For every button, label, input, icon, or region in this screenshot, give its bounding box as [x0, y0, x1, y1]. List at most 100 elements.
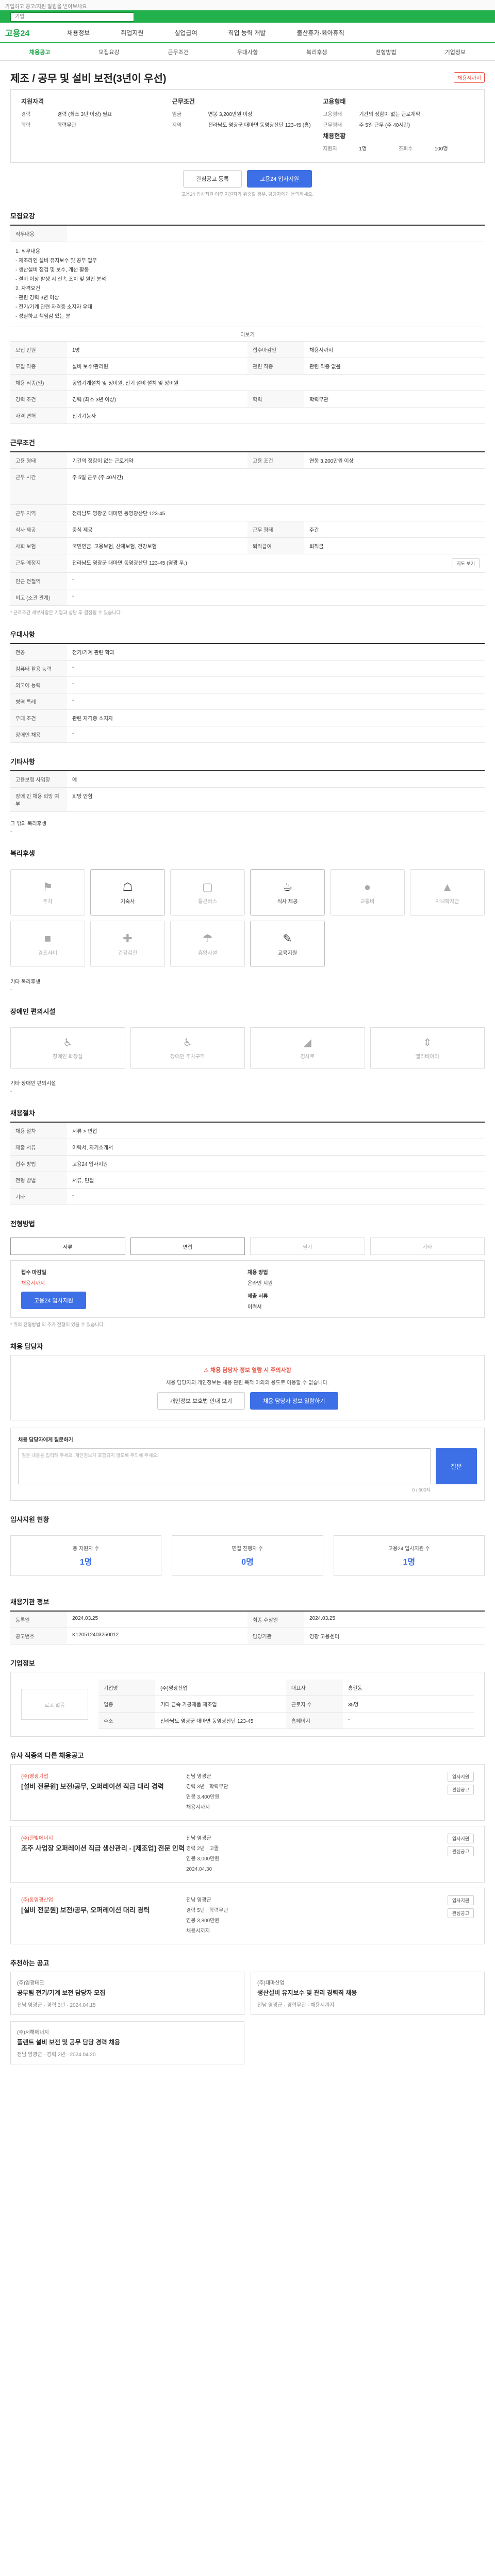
tab-company[interactable]: 기업정보	[421, 48, 490, 56]
process-section: 채용절차 채용 절차 서류 > 면접 제출 서류 이력서, 자기소개서 접수 방법 고…	[10, 1108, 485, 1205]
tab-posting[interactable]: 채용공고	[5, 48, 74, 56]
welfare-label: 기숙사	[120, 899, 135, 905]
tab-conditions[interactable]: 근무조건	[144, 48, 213, 56]
welfare-label: 교육지원	[278, 950, 297, 956]
inquiry-input[interactable]: 질문 내용을 입력해 주세요. 개인정보가 포함되지 않도록 주의해 주세요.	[18, 1448, 431, 1484]
row-label: 채용 직종(일)	[10, 375, 67, 391]
tab-method[interactable]: 전형방법	[351, 48, 420, 56]
welfare-label: 휴양시설	[198, 950, 217, 956]
job-scrap-button[interactable]: 관심공고	[447, 1908, 474, 1918]
recommend-card[interactable]: (주)영광테크 공무팀 전기/기계 보전 담당자 모집 전남 영광군 · 경력 3년…	[10, 1972, 244, 2015]
rec-company: (주)영광테크	[17, 1980, 44, 1986]
tab-welfare[interactable]: 복리후생	[282, 48, 351, 56]
duty-line: - 전기/기계 관련 자격증 소지자 우대	[15, 304, 92, 310]
row-value: 1명	[72, 348, 80, 353]
job-title[interactable]: [설비 전문원] 보전/공무, 오퍼레이션 대리 경력	[21, 1905, 186, 1916]
search-input[interactable]	[10, 12, 134, 22]
welfare-dorm: ☖ 기숙사	[90, 869, 165, 916]
welfare-extra: -	[10, 987, 12, 993]
row-label: 주소	[98, 1713, 155, 1728]
welfare-label: 경조사비	[38, 950, 57, 956]
job-scrap-button[interactable]: 관심공고	[447, 1785, 474, 1794]
barrier-extra: -	[10, 1089, 12, 1094]
job-apply-button[interactable]: 입사지원	[447, 1834, 474, 1843]
gnb-item-unemployment[interactable]: 실업급여	[174, 28, 197, 37]
recommend-card[interactable]: (주)대마산업 생산설비 유지보수 및 관리 경력직 채용 전남 영광군 · 경력무…	[251, 1972, 485, 2015]
section-heading: 기업정보	[10, 1659, 35, 1667]
meal-icon: ☕	[282, 880, 293, 893]
job-title[interactable]: 조주 사업장 오퍼레이션 직급 생산관리 - [제조업] 전문 인력	[21, 1843, 186, 1854]
rec-title[interactable]: 생산설비 유지보수 및 관리 경력직 채용	[257, 1988, 478, 1997]
apply-method-title: 채용 방법	[248, 1270, 268, 1276]
stat-interviews: 면접 진행자 수 0명	[172, 1535, 323, 1576]
job-card[interactable]: (주)한빛에너지 조주 사업장 오퍼레이션 직급 생산관리 - [제조업] 전문 …	[10, 1826, 485, 1883]
other-section: 기타사항 고용보험 사업장 예 장애 인 채용 희망 여부 희망 안함 그 밖의 복…	[10, 756, 485, 835]
stat-value: 1명	[403, 1558, 416, 1567]
global-nav: 고용24 채용정보 취업지원 실업급여 직업 능력 개발 출산휴가·육아휴직	[0, 23, 495, 43]
similar-section: 유사 직종의 다른 채용공고 (주)영광기업 [설비 전문원] 보전/공무, 오퍼…	[10, 1750, 485, 1944]
apply-box: 접수 마감일 채용시까지 고용24 입사지원 채용 방법 온라인 지원 제출 서…	[10, 1260, 485, 1318]
row-value: 채용시까지	[309, 348, 333, 353]
stat-label: 면접 진행자 수	[232, 1546, 263, 1552]
method-note: * 위의 전형방법 외 추가 전형이 있을 수 있습니다.	[10, 1322, 105, 1327]
welfare-label: 식사 제공	[277, 899, 298, 905]
coin-icon: ●	[364, 880, 371, 893]
section-heading: 장애인 편의시설	[10, 1008, 56, 1015]
job-deadline: 채용시까지	[186, 1928, 210, 1934]
kv-value: 1명	[359, 146, 367, 152]
job-card[interactable]: (주)영광기업 [설비 전문원] 보전/공무, 오퍼레이션 직급 대리 경력 전남…	[10, 1764, 485, 1821]
job-title[interactable]: [설비 전문원] 보전/공무, 오퍼레이션 직급 대리 경력	[21, 1782, 186, 1792]
tab-preference[interactable]: 우대사항	[213, 48, 282, 56]
row-value: 관련 직종 없음	[309, 364, 341, 370]
apply-date: 채용시까지	[21, 1281, 45, 1286]
privacy-guide-button[interactable]: 개인정보 보호법 안내 보기	[157, 1392, 245, 1410]
row-value: -	[72, 577, 74, 583]
inquiry-submit-button[interactable]: 질문	[436, 1448, 477, 1484]
apply-docs-value: 이력서	[248, 1304, 262, 1310]
row-label: 식사 제공	[10, 521, 67, 537]
facility-toilet: ♿ 장애인 화장실	[10, 1027, 125, 1069]
gnb-item-support[interactable]: 취업지원	[121, 28, 143, 37]
barrier-free-section: 장애인 편의시설 ♿ 장애인 화장실 ♿ 장애인 주차구역 ◢ 경사로 ⇕ 엘리베이터 …	[10, 1006, 485, 1094]
welfare-label: 자녀학자금	[435, 899, 459, 905]
ramp-icon: ◢	[303, 1037, 311, 1048]
row-label: 고용 형태	[10, 452, 67, 468]
kv-value: 학력무관	[57, 123, 76, 128]
recommend-card[interactable]: (주)서해에너지 플랜트 설비 보전 및 공무 담당 경력 채용 전남 영광군 · …	[10, 2021, 244, 2064]
facility-parking: ♿ 장애인 주차구역	[130, 1027, 245, 1069]
more-button[interactable]: 더보기	[10, 327, 485, 342]
rec-meta: 전남 영광군 · 경력 2년 · 2024.04.20	[17, 2052, 96, 2058]
duty-line: 2. 자격요건	[15, 286, 40, 292]
rec-title[interactable]: 플랜트 설비 보전 및 공무 담당 경력 채용	[17, 2038, 238, 2047]
status-section: 입사지원 현황 총 지원자 수 1명 면접 진행자 수 0명 고용24 입사지원 수…	[10, 1514, 485, 1583]
method-section: 전형방법 서류 면접 필기 기타 접수 마감일 채용시까지 고용24 입사지원 …	[10, 1218, 485, 1328]
info-section: 채용기관 정보 등록일 2024.03.25 최종 수정일 2024.03.25 공고…	[10, 1597, 485, 1645]
section-heading: 모집요강	[10, 212, 35, 220]
summary-mid-title: 근무조건	[172, 98, 195, 105]
job-company: (주)영광기업	[21, 1774, 48, 1780]
rec-title[interactable]: 공무팀 전기/기계 보전 담당자 모집	[17, 1988, 238, 1997]
job-scrap-button[interactable]: 관심공고	[447, 1846, 474, 1856]
job-apply-button[interactable]: 입사지원	[447, 1772, 474, 1782]
row-value: 설비 보수/관리원	[72, 364, 108, 370]
scrap-button[interactable]: 관심공고 등록	[183, 170, 242, 188]
job-region: 전남 영광군	[186, 1774, 211, 1780]
apply-button-bottom[interactable]: 고용24 입사지원	[21, 1292, 87, 1309]
kv-key: 지원자	[323, 146, 337, 152]
row-value: 2024.03.25	[72, 1616, 98, 1621]
tab-recruit[interactable]: 모집요강	[74, 48, 143, 56]
view-manager-button[interactable]: 채용 담당자 정보 열람하기	[250, 1392, 338, 1410]
job-card[interactable]: (주)동영광산업 [설비 전문원] 보전/공무, 오퍼레이션 대리 경력 전남 영…	[10, 1888, 485, 1944]
gnb-item-jobs[interactable]: 채용정보	[67, 28, 90, 37]
job-apply-button[interactable]: 입사지원	[447, 1895, 474, 1905]
site-logo[interactable]: 고용24	[5, 26, 67, 39]
gnb-item-leave[interactable]: 출산휴가·육아휴직	[296, 28, 344, 37]
manager-section: 채용 담당자 ⚠ 채용 담당자 정보 열람 시 주의사항 채용 담당자의 개인정…	[10, 1341, 485, 1501]
barrier-extra-title: 기타 장애인 편의시설	[10, 1081, 56, 1087]
recommend-section: 추천하는 공고 (주)영광테크 공무팀 전기/기계 보전 담당자 모집 전남 영광군…	[10, 1958, 485, 2064]
book-icon: ✎	[283, 931, 292, 945]
gnb-item-training[interactable]: 직업 능력 개발	[228, 28, 266, 37]
apply-button[interactable]: 고용24 입사지원	[246, 170, 312, 188]
welfare-events: ■ 경조사비	[10, 921, 85, 967]
map-button[interactable]: 지도 보기	[452, 558, 480, 568]
